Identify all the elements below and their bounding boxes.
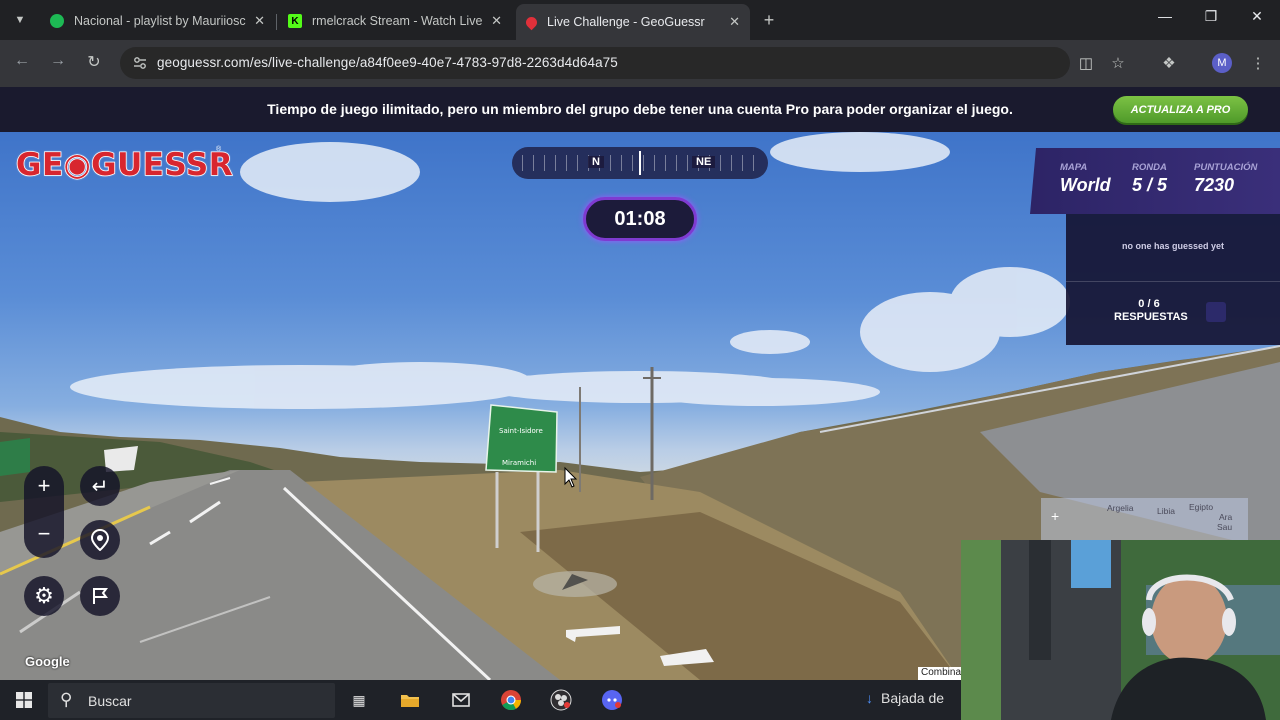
tab-divider bbox=[276, 14, 277, 30]
gear-icon: ⚙ bbox=[34, 583, 54, 608]
combina-label: Combina bbox=[918, 667, 965, 680]
down-arrow-icon: ↓ bbox=[866, 690, 873, 706]
close-icon[interactable]: ✕ bbox=[729, 14, 740, 30]
compass-north-label: N bbox=[588, 156, 604, 168]
chrome-icon bbox=[501, 690, 522, 711]
obs-taskbar-icon[interactable] bbox=[550, 689, 572, 711]
menu-kebab-icon[interactable]: ⋮ bbox=[1249, 54, 1267, 72]
address-bar[interactable]: geoguessr.com/es/live-challenge/a84f0ee9… bbox=[120, 47, 1070, 79]
tab-title: rmelcrack Stream - Watch Live bbox=[312, 14, 483, 28]
divider bbox=[1066, 281, 1280, 282]
file-explorer-icon[interactable] bbox=[399, 689, 421, 711]
status-panel: MAPA World RONDA 5 / 5 PUNTUACIÓN 7230 bbox=[1030, 148, 1280, 214]
spotify-icon bbox=[50, 14, 64, 28]
tab-spotify[interactable]: Nacional - playlist by Mauriiosc ✕ bbox=[40, 6, 275, 36]
guess-minimap[interactable]: + Argelia Libia Egipto Ara Sau bbox=[1041, 498, 1248, 540]
map-label-country: Sau bbox=[1217, 522, 1233, 532]
profile-avatar[interactable]: M bbox=[1212, 53, 1232, 73]
geoguessr-logo[interactable]: GE◉GUESSR bbox=[15, 146, 233, 187]
trademark-mark: ® bbox=[216, 146, 222, 153]
undo-move-button[interactable]: ↵ bbox=[80, 466, 120, 506]
kick-icon: K bbox=[288, 14, 302, 28]
score-value: 7230 bbox=[1194, 175, 1235, 195]
reload-icon[interactable]: ↻ bbox=[82, 52, 106, 72]
road-sign-text: Miramichi bbox=[502, 459, 536, 467]
round-timer: 01:08 bbox=[583, 197, 697, 241]
mouse-cursor-icon bbox=[564, 466, 578, 488]
webcam-overlay bbox=[961, 540, 1280, 720]
tab-title: Nacional - playlist by Mauriiosc bbox=[74, 14, 246, 28]
tab-title: Live Challenge - GeoGuessr bbox=[547, 15, 705, 29]
folder-icon bbox=[401, 695, 419, 707]
return-to-start-button[interactable] bbox=[80, 520, 120, 560]
compass-needle bbox=[639, 151, 641, 175]
answers-label: RESPUESTAS bbox=[1114, 311, 1188, 323]
map-pin-icon bbox=[90, 529, 110, 551]
mail-app-icon bbox=[452, 693, 470, 707]
zoom-in-button[interactable]: + bbox=[24, 466, 64, 506]
extensions-icon[interactable]: ❖ bbox=[1160, 54, 1178, 72]
tab-kick[interactable]: K rmelcrack Stream - Watch Live ✕ bbox=[278, 6, 512, 36]
guesses-panel: no one has guessed yet 0 / 6 RESPUESTAS bbox=[1066, 214, 1280, 345]
minimize-icon[interactable]: — bbox=[1142, 8, 1188, 24]
zoom-out-button[interactable]: − bbox=[24, 514, 64, 554]
window-close-icon[interactable]: ✕ bbox=[1234, 8, 1280, 25]
tab-search-icon[interactable]: ▼ bbox=[8, 9, 32, 31]
map-label-country: Argelia bbox=[1107, 503, 1134, 513]
chrome-taskbar-icon[interactable] bbox=[500, 689, 522, 711]
return-arrow-icon: ↵ bbox=[91, 475, 109, 498]
round-stat: RONDA 5 / 5 bbox=[1132, 162, 1167, 196]
close-icon[interactable]: ✕ bbox=[491, 13, 502, 29]
discord-icon bbox=[602, 690, 622, 710]
close-icon[interactable]: ✕ bbox=[254, 13, 265, 29]
install-app-icon[interactable]: ◫ bbox=[1077, 54, 1095, 72]
zoom-controls: + − bbox=[24, 466, 64, 558]
no-guesses-message: no one has guessed yet bbox=[1121, 241, 1225, 251]
upgrade-pro-button[interactable]: ACTUALIZA A PRO bbox=[1113, 96, 1248, 123]
player-avatar-slot bbox=[1206, 302, 1226, 322]
news-text: Bajada de bbox=[881, 690, 945, 706]
discord-taskbar-icon[interactable] bbox=[601, 689, 623, 711]
score-label: PUNTUACIÓN bbox=[1194, 162, 1258, 173]
new-tab-button[interactable]: + bbox=[760, 10, 778, 31]
map-label-country: Egipto bbox=[1189, 502, 1214, 512]
answers-counter: 0 / 6 RESPUESTAS bbox=[1114, 298, 1188, 324]
map-label-country: Ara bbox=[1219, 512, 1233, 522]
forward-icon[interactable]: → bbox=[46, 52, 70, 70]
banner-message: Tiempo de juego ilimitado, pero un miemb… bbox=[267, 101, 1013, 117]
geoguessr-pin-icon bbox=[523, 14, 540, 30]
task-view-icon[interactable]: ▦ bbox=[348, 689, 370, 711]
round-value: 5 / 5 bbox=[1132, 175, 1168, 195]
pro-banner: Tiempo de juego ilimitado, pero un miemb… bbox=[0, 87, 1280, 132]
back-icon[interactable]: ← bbox=[10, 52, 34, 70]
flag-icon bbox=[93, 588, 108, 604]
compass-northeast-label: NE bbox=[692, 156, 716, 168]
obs-icon bbox=[550, 689, 572, 711]
streamer-webcam-image bbox=[961, 540, 1280, 720]
search-icon: ⚲ bbox=[60, 690, 73, 709]
map-label: MAPA bbox=[1060, 162, 1088, 173]
search-placeholder: Buscar bbox=[88, 693, 132, 709]
road-sign-text: Saint-Isidore bbox=[499, 427, 543, 435]
news-widget[interactable]: ↓ Bajada de bbox=[866, 690, 944, 706]
tab-geoguessr[interactable]: Live Challenge - GeoGuessr ✕ bbox=[516, 4, 750, 40]
round-label: RONDA bbox=[1132, 162, 1167, 173]
bookmark-star-icon[interactable]: ☆ bbox=[1109, 54, 1127, 72]
taskbar-search-input[interactable]: ⚲ Buscar bbox=[48, 683, 335, 718]
settings-button[interactable]: ⚙ bbox=[24, 576, 64, 616]
compass-bar: N NE bbox=[512, 147, 768, 179]
answers-count: 0 / 6 bbox=[1138, 298, 1160, 310]
score-stat: PUNTUACIÓN 7230 bbox=[1194, 162, 1257, 196]
minimap-zoom-icon[interactable]: + bbox=[1051, 508, 1059, 524]
map-value: World bbox=[1060, 175, 1111, 195]
site-settings-icon[interactable] bbox=[132, 55, 148, 71]
map-stat: MAPA World bbox=[1060, 162, 1111, 196]
map-label-country: Libia bbox=[1157, 506, 1175, 516]
url-text: geoguessr.com/es/live-challenge/a84f0ee9… bbox=[157, 55, 618, 70]
windows-start-icon[interactable] bbox=[16, 692, 32, 708]
app-icon[interactable] bbox=[450, 689, 472, 711]
restore-icon[interactable]: ❐ bbox=[1188, 8, 1234, 25]
google-attribution: Google bbox=[25, 654, 70, 669]
flag-button[interactable] bbox=[80, 576, 120, 616]
